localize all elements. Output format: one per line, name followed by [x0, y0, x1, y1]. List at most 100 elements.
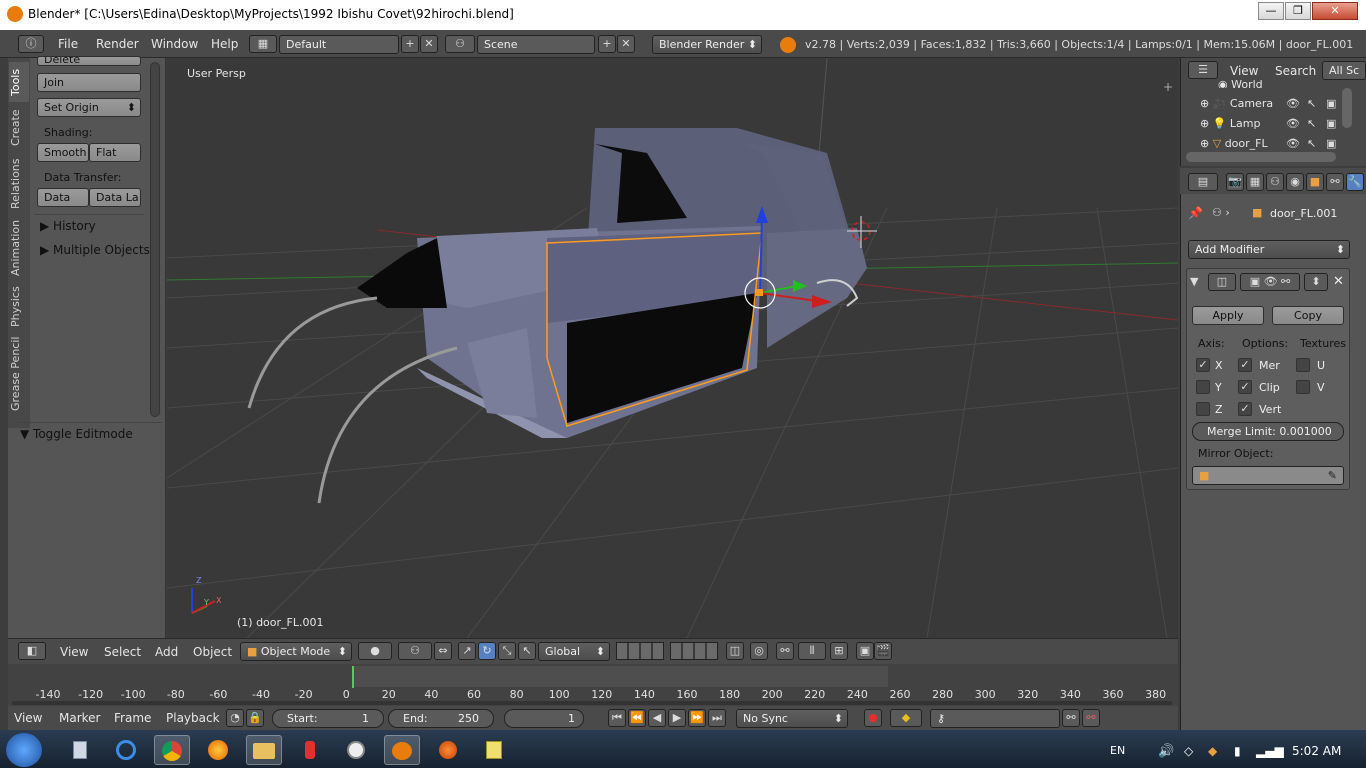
- maximize-button[interactable]: ❐: [1285, 2, 1311, 20]
- object-tab-icon[interactable]: ■: [1306, 173, 1324, 191]
- visibility-eye-icon[interactable]: 👁: [1286, 97, 1300, 110]
- keyframe-icon[interactable]: ◆: [890, 709, 922, 727]
- mode-dropdown[interactable]: ■ Object Mode ⬍: [240, 642, 352, 661]
- outliner-hscrollbar[interactable]: [1186, 152, 1336, 162]
- timeline-menu-playback[interactable]: Playback: [166, 711, 220, 725]
- render-tab-icon[interactable]: 📷: [1226, 173, 1244, 191]
- add-modifier-dropdown[interactable]: Add Modifier ⬍: [1188, 240, 1350, 259]
- menu-select[interactable]: Select: [104, 645, 141, 659]
- outliner-menu-view[interactable]: View: [1230, 64, 1258, 78]
- axis-y-checkbox[interactable]: [1196, 380, 1210, 394]
- render-still-icon[interactable]: ▣: [856, 642, 874, 660]
- tab-animation[interactable]: Animation: [9, 216, 29, 280]
- toggle-editmode-panel-header[interactable]: ▼ Toggle Editmode: [20, 427, 133, 441]
- preview-range-icon[interactable]: ◔: [226, 709, 244, 727]
- tool-shelf-scrollbar[interactable]: [150, 62, 160, 417]
- scene-icon[interactable]: ⚇: [445, 35, 475, 53]
- renderable-camera-icon[interactable]: ▣: [1326, 117, 1336, 130]
- menu-file[interactable]: File: [58, 37, 78, 51]
- modifier-collapse-icon[interactable]: ▼: [1190, 275, 1198, 288]
- pin-icon[interactable]: 📌: [1188, 206, 1203, 220]
- scene-tab-icon[interactable]: ⚇: [1266, 173, 1284, 191]
- clock[interactable]: 5:02 AM: [1292, 744, 1341, 758]
- snap-element-icon[interactable]: ⫴: [798, 642, 826, 660]
- modifier-display-icons[interactable]: ▣ 👁 ⚯: [1240, 273, 1300, 291]
- render-animation-icon[interactable]: 🎬: [874, 642, 892, 660]
- network-icon[interactable]: ▂▄▆: [1256, 744, 1284, 758]
- outliner-scrollbar[interactable]: [1342, 88, 1352, 128]
- visibility-eye-icon[interactable]: 👁: [1286, 117, 1300, 130]
- language-indicator[interactable]: EN: [1110, 744, 1125, 757]
- taskbar-pin-icon[interactable]: [292, 735, 328, 765]
- menu-view[interactable]: View: [60, 645, 88, 659]
- visibility-eye-icon[interactable]: 👁: [1286, 137, 1300, 150]
- axis-z-checkbox[interactable]: [1196, 402, 1210, 416]
- layer-buttons-2[interactable]: [670, 642, 718, 660]
- manipulator-icon[interactable]: ↖: [518, 642, 536, 660]
- flat-button[interactable]: Flat: [89, 143, 141, 162]
- close-button[interactable]: ✕: [1312, 2, 1358, 20]
- menu-window[interactable]: Window: [151, 37, 198, 51]
- remove-layout-icon[interactable]: ✕: [420, 35, 438, 53]
- render-layers-tab-icon[interactable]: ▦: [1246, 173, 1264, 191]
- remove-modifier-icon[interactable]: ✕: [1333, 274, 1344, 289]
- proportional-editing-icon[interactable]: ◎: [750, 642, 768, 660]
- jump-start-icon[interactable]: ⏮: [608, 709, 626, 727]
- taskbar-firefox-icon[interactable]: [200, 735, 236, 765]
- rotate-manipulator-icon[interactable]: ↻: [478, 642, 496, 660]
- start-button[interactable]: [6, 733, 42, 767]
- outliner-filter-dropdown[interactable]: All Sc: [1322, 61, 1366, 80]
- jump-end-icon[interactable]: ⏭: [708, 709, 726, 727]
- lock-camera-icon[interactable]: ◫: [726, 642, 744, 660]
- tab-physics[interactable]: Physics: [9, 282, 29, 332]
- layout-field[interactable]: Default: [279, 35, 399, 54]
- mirror-modifier-icon[interactable]: ◫: [1208, 273, 1236, 291]
- multiple-objects-panel-header[interactable]: ▶ Multiple Objects: [40, 243, 150, 257]
- tab-grease-pencil[interactable]: Grease Pencil: [9, 334, 29, 414]
- apply-modifier-button[interactable]: Apply: [1192, 306, 1264, 325]
- current-frame-field[interactable]: 1: [504, 709, 584, 728]
- sync-dropdown[interactable]: No Sync ⬍: [736, 709, 848, 728]
- delete-keyframe-icon[interactable]: ⚯: [1082, 709, 1100, 727]
- menu-add[interactable]: Add: [155, 645, 178, 659]
- dropbox-icon[interactable]: ◇: [1184, 744, 1193, 758]
- taskbar-app-icon[interactable]: [430, 735, 466, 765]
- tab-tools[interactable]: Tools: [9, 62, 29, 102]
- add-scene-icon[interactable]: +: [598, 35, 616, 53]
- texture-v-checkbox[interactable]: [1296, 380, 1310, 394]
- taskbar-ie-icon[interactable]: [108, 735, 144, 765]
- lock-icon[interactable]: 🔒: [246, 709, 264, 727]
- mirror-object-field[interactable]: ■ ✎: [1192, 466, 1344, 485]
- translate-manipulator-icon[interactable]: ↗: [458, 642, 476, 660]
- texture-u-checkbox[interactable]: [1296, 358, 1310, 372]
- history-panel-header[interactable]: ▶ History: [40, 219, 96, 233]
- outliner-menu-search[interactable]: Search: [1275, 64, 1316, 78]
- renderable-camera-icon[interactable]: ▣: [1326, 137, 1336, 150]
- remove-scene-icon[interactable]: ✕: [617, 35, 635, 53]
- timeline-menu-view[interactable]: View: [14, 711, 42, 725]
- tray-app-icon[interactable]: ◆: [1208, 744, 1217, 758]
- render-engine-dropdown[interactable]: Blender Render ⬍: [652, 35, 762, 54]
- menu-object[interactable]: Object: [193, 645, 232, 659]
- editor-type-outliner-icon[interactable]: ☰: [1188, 61, 1218, 79]
- scale-manipulator-icon[interactable]: ⤡: [498, 642, 516, 660]
- snap-target-icon[interactable]: ⊞: [830, 642, 848, 660]
- eyedropper-icon[interactable]: ✎: [1328, 467, 1337, 484]
- tab-create[interactable]: Create: [9, 104, 29, 152]
- viewport-shading-icon[interactable]: ●: [358, 642, 392, 660]
- current-frame-indicator[interactable]: [352, 666, 354, 688]
- manipulator-toggle-icon[interactable]: ⇔: [434, 642, 452, 660]
- outliner-item-lamp[interactable]: ⊕ 💡 Lamp: [1200, 117, 1261, 135]
- layer-buttons-1[interactable]: [616, 642, 664, 660]
- menu-render[interactable]: Render: [96, 37, 139, 51]
- selectable-arrow-icon[interactable]: ↖: [1307, 117, 1316, 130]
- data-button[interactable]: Data: [37, 188, 89, 207]
- move-modifier-icon[interactable]: ⬍: [1304, 273, 1328, 291]
- taskbar-chrome-icon[interactable]: [154, 735, 190, 765]
- timeline-scrollbar[interactable]: [12, 701, 1172, 705]
- screen-layout-icon[interactable]: ▦: [249, 35, 277, 53]
- record-icon[interactable]: ●: [864, 709, 882, 727]
- tab-relations[interactable]: Relations: [9, 154, 29, 214]
- end-frame-field[interactable]: End: 250: [388, 709, 494, 728]
- editor-type-info-icon[interactable]: ⓘ: [18, 35, 44, 53]
